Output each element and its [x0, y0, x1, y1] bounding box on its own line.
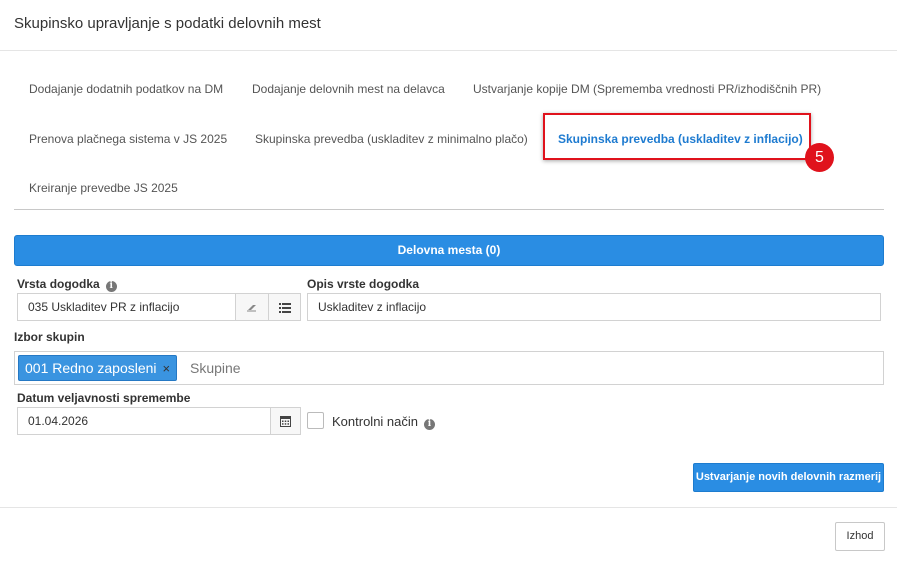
dialog-header: Skupinsko upravljanje s podatki delovnih…: [0, 0, 897, 51]
datum-veljavnosti-input[interactable]: 01.04.2026: [17, 407, 271, 435]
tab-kreiranje-prevedbe[interactable]: Kreiranje prevedbe JS 2025: [29, 181, 178, 195]
info-icon[interactable]: i: [105, 281, 117, 292]
opis-vrste-dogodka-input[interactable]: Uskladitev z inflacijo: [307, 293, 881, 321]
tab-prenova-placnega-sistema[interactable]: Prenova plačnega sistema v JS 2025: [29, 132, 227, 146]
info-icon[interactable]: i: [424, 419, 435, 430]
izbor-skupin-label: Izbor skupin: [14, 330, 85, 344]
vrsta-dogodka-label: Vrsta dogodka i: [17, 277, 117, 292]
izbor-skupin-field[interactable]: 001 Redno zaposleni × Skupine: [14, 351, 884, 385]
vrsta-dogodka-label-text: Vrsta dogodka: [17, 277, 100, 291]
list-icon: [278, 303, 291, 313]
tab-skupinska-prevedba-inflacija[interactable]: Skupinska prevedba (uskladitev z inflaci…: [558, 132, 803, 146]
vrsta-dogodka-input[interactable]: 035 Uskladitev PR z inflacijo: [17, 293, 236, 321]
skupine-placeholder[interactable]: Skupine: [190, 360, 241, 376]
calendar-icon: [280, 416, 291, 427]
kontrolni-nacin-label-text: Kontrolni način: [332, 414, 418, 429]
tabs-divider: [14, 209, 884, 210]
exit-button[interactable]: Izhod: [835, 522, 885, 551]
calendar-button[interactable]: [270, 407, 301, 435]
tab-dodajanje-dodatnih-podatkov[interactable]: Dodajanje dodatnih podatkov na DM: [29, 82, 223, 96]
step-number-badge: 5: [805, 143, 834, 172]
eraser-button[interactable]: [235, 293, 269, 321]
group-tag: 001 Redno zaposleni ×: [18, 355, 178, 381]
remove-tag-icon[interactable]: ×: [163, 361, 171, 376]
eraser-icon: [247, 305, 256, 312]
footer-divider: [0, 507, 897, 508]
group-tag-label: 001 Redno zaposleni: [25, 360, 157, 376]
kontrolni-nacin-checkbox[interactable]: [307, 412, 324, 429]
kontrolni-nacin-label: Kontrolni način i: [332, 414, 435, 430]
datum-veljavnosti-label: Datum veljavnosti spremembe: [17, 391, 191, 405]
tab-dodajanje-delovnih-mest[interactable]: Dodajanje delovnih mest na delavca: [252, 82, 445, 96]
delovna-mesta-button[interactable]: Delovna mesta (0): [14, 235, 884, 266]
tab-ustvarjanje-kopije-dm[interactable]: Ustvarjanje kopije DM (Sprememba vrednos…: [473, 82, 821, 96]
list-button[interactable]: [268, 293, 301, 321]
create-employment-button[interactable]: Ustvarjanje novih delovnih razmerij: [693, 463, 884, 492]
dialog-title: Skupinsko upravljanje s podatki delovnih…: [14, 15, 321, 32]
opis-vrste-dogodka-label: Opis vrste dogodka: [307, 277, 420, 291]
tab-skupinska-prevedba-minimalna[interactable]: Skupinska prevedba (uskladitev z minimal…: [255, 132, 528, 146]
